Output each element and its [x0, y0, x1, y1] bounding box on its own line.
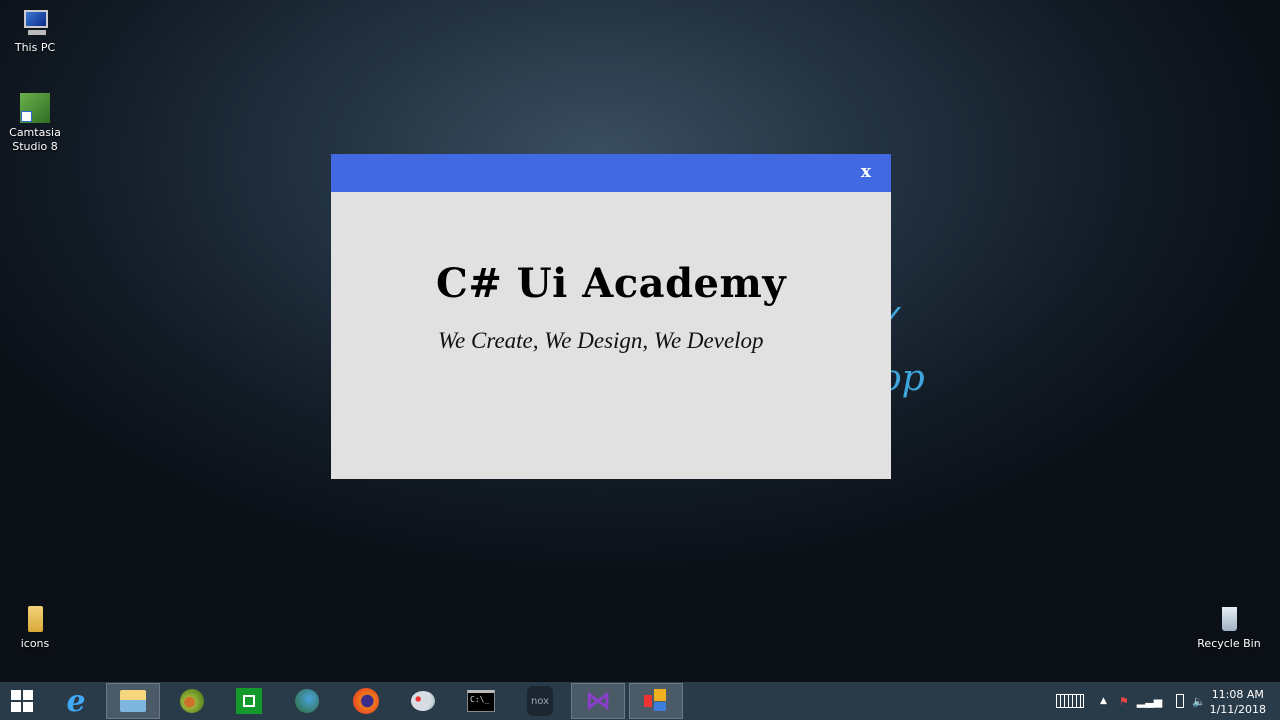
- signal-icon[interactable]: ▂▃▅: [1137, 695, 1162, 708]
- recycle-bin-icon: [1214, 604, 1244, 634]
- taskbar-cmd[interactable]: C:\_: [454, 683, 508, 719]
- desktop-icon-label: icons: [20, 637, 50, 650]
- desktop-icon-this-pc[interactable]: This PC: [0, 8, 70, 55]
- clock[interactable]: 11:08 AM 1/11/2018: [1210, 687, 1266, 717]
- palette-icon: [411, 691, 435, 711]
- chevron-up-icon[interactable]: ▲: [1100, 696, 1107, 706]
- taskbar-visual-studio[interactable]: ⋈: [571, 683, 625, 719]
- firefox-icon: [353, 688, 379, 714]
- start-button[interactable]: [0, 683, 49, 719]
- taskbar-winforms-app[interactable]: [629, 683, 683, 719]
- desktop-icon-label: Camtasia Studio 8: [9, 126, 61, 153]
- cmd-icon: C:\_: [467, 690, 495, 712]
- dialog-titlebar[interactable]: x: [331, 154, 891, 192]
- folder-icon: [120, 690, 146, 712]
- system-tray: ▲ ⚑ ▂▃▅ 🔈: [1056, 682, 1206, 720]
- taskbar-nox[interactable]: nox: [513, 683, 567, 719]
- app-icon: [644, 689, 666, 711]
- camtasia-icon: [20, 93, 50, 123]
- windows-icon: [11, 690, 33, 712]
- taskbar-store[interactable]: [222, 683, 276, 719]
- ie-icon: e: [66, 683, 86, 719]
- folder-icon: [20, 604, 50, 634]
- taskbar-chameleon[interactable]: [165, 683, 219, 719]
- flag-error-icon[interactable]: ⚑: [1119, 695, 1129, 708]
- desktop-icon-recycle-bin[interactable]: Recycle Bin: [1194, 604, 1264, 651]
- chameleon-icon: [180, 689, 204, 713]
- visual-studio-icon: ⋈: [585, 686, 611, 716]
- taskbar-ie[interactable]: e: [49, 683, 103, 719]
- computer-icon: [20, 8, 50, 38]
- taskbar-paint[interactable]: [396, 683, 450, 719]
- taskbar-firefox[interactable]: [339, 683, 393, 719]
- splash-dialog: x C# Ui Academy We Create, We Design, We…: [331, 154, 891, 479]
- clock-date: 1/11/2018: [1209, 703, 1266, 716]
- desktop-icon-label: This PC: [14, 41, 56, 54]
- taskbar: e C:\_ nox ⋈ ▲ ⚑ ▂▃▅ 🔈 11:08 AM 1/11/201…: [0, 682, 1280, 720]
- close-button[interactable]: x: [861, 162, 871, 182]
- clock-time: 11:08 AM: [1211, 688, 1264, 701]
- idm-icon: [295, 689, 319, 713]
- nox-icon: nox: [527, 686, 553, 716]
- battery-icon[interactable]: [1176, 694, 1185, 708]
- desktop-icon-icons-folder[interactable]: icons: [0, 604, 70, 651]
- taskbar-idm[interactable]: [280, 683, 334, 719]
- volume-icon[interactable]: 🔈: [1192, 695, 1206, 708]
- taskbar-file-explorer[interactable]: [106, 683, 160, 719]
- desktop-icon-camtasia[interactable]: Camtasia Studio 8: [0, 93, 70, 154]
- keyboard-icon[interactable]: [1056, 694, 1084, 708]
- store-icon: [236, 688, 262, 714]
- dialog-subtitle: We Create, We Design, We Develop: [438, 328, 764, 353]
- dialog-title: C# Ui Academy: [436, 260, 787, 307]
- desktop-icon-label: Recycle Bin: [1197, 637, 1261, 650]
